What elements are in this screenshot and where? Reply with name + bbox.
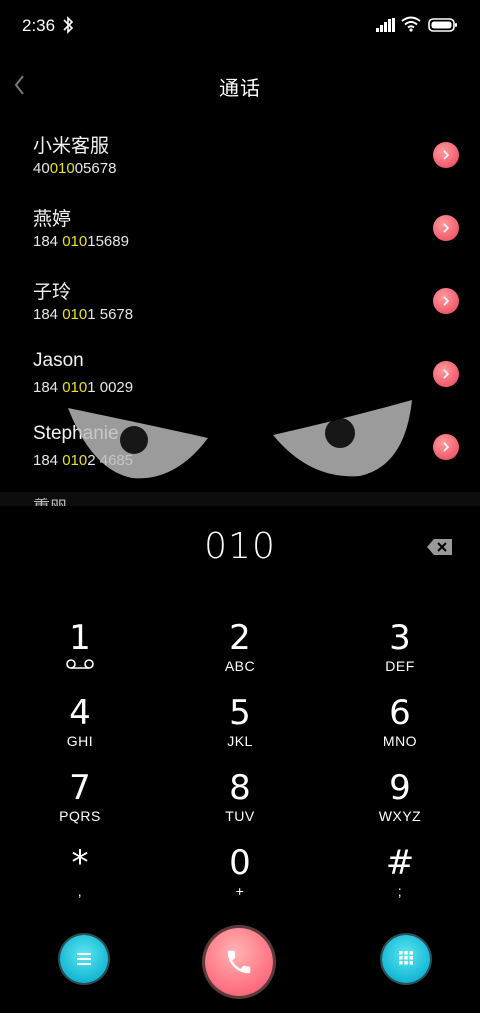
key-3[interactable]: 3 DEF [340, 620, 460, 690]
call-button[interactable] [205, 928, 273, 996]
key-1[interactable]: 1 [20, 620, 140, 690]
key-letters: DEF [385, 658, 415, 674]
key-2[interactable]: 2 ABC [180, 620, 300, 690]
key-letters: MNO [382, 733, 418, 749]
status-time: 2:36 [22, 16, 56, 35]
contact-name: 小米客服 [33, 136, 110, 157]
key-digit: # [385, 843, 415, 883]
key-6[interactable]: 6 MNO [340, 695, 460, 765]
contact-name: Stephanie [33, 423, 119, 444]
key-5[interactable]: 5 JKL [180, 695, 300, 765]
key-letters: JKL [227, 733, 253, 749]
contact-detail-button[interactable] [433, 142, 459, 168]
status-bar: 2:36 [0, 0, 480, 52]
contact-name: 子玲 [33, 282, 72, 303]
matched-digits: 010 [49, 160, 75, 177]
key-digit: 4 [69, 693, 91, 733]
matched-digits: 010 [62, 233, 88, 250]
signal-icon [376, 18, 395, 32]
contact-name: Jason [33, 350, 84, 371]
key-letters: WXYZ [378, 808, 422, 824]
contact-item[interactable]: 小米客服 4001005678 [0, 122, 480, 192]
key-digit: 3 [389, 618, 411, 658]
phone-icon [227, 950, 251, 974]
dialer-panel: 010 1 2 ABC 3 DEF 4 GHI 5 JKL 6 MNO 7 PQ… [0, 506, 480, 1013]
matched-digits: 010 [62, 452, 88, 469]
key-digit: 8 [229, 768, 251, 808]
chevron-right-icon [443, 296, 450, 306]
key-digit: 2 [229, 618, 251, 658]
key-letters: PQRS [59, 808, 101, 824]
contact-detail-button[interactable] [433, 288, 459, 314]
battery-icon [428, 18, 457, 32]
list-divider [0, 492, 480, 506]
matched-digits: 010 [62, 306, 88, 323]
menu-button[interactable] [60, 935, 108, 983]
key-letters: TUV [225, 808, 255, 824]
contact-number: 184 0101 5678 [33, 306, 134, 323]
contact-item[interactable]: 子玲 184 0101 5678 [0, 268, 480, 338]
key-digit: * [71, 843, 89, 883]
keypad-toggle-button[interactable] [382, 935, 430, 983]
key-digit: 1 [69, 618, 91, 658]
key-letters: + [235, 883, 245, 899]
matched-digits: 010 [62, 379, 88, 396]
key-letters: ; [397, 883, 403, 899]
key-digit: 0 [229, 843, 251, 883]
contact-list: 小米客服 4001005678 燕婷 184 01015689 子玲 184 0… [0, 122, 480, 508]
page-title: 通话 [219, 78, 261, 100]
key-pound[interactable]: # ; [340, 845, 460, 915]
dialed-number: 010 [204, 526, 276, 567]
contact-number: 184 0101 0029 [33, 379, 134, 396]
key-7[interactable]: 7 PQRS [20, 770, 140, 840]
wifi-icon [401, 16, 421, 32]
chevron-right-icon [443, 369, 450, 379]
key-9[interactable]: 9 WXYZ [340, 770, 460, 840]
contact-number: 184 0102 4685 [33, 452, 134, 469]
contact-item[interactable]: Stephanie 184 0102 4685 [0, 414, 480, 484]
voicemail-icon [66, 659, 94, 669]
keypad-icon [399, 951, 413, 965]
contact-number: 184 01015689 [33, 233, 129, 250]
key-letters: ABC [224, 658, 256, 674]
key-8[interactable]: 8 TUV [180, 770, 300, 840]
key-digit: 5 [229, 693, 251, 733]
chevron-right-icon [443, 223, 450, 233]
contact-name: 董丽 [33, 498, 67, 506]
key-letters: GHI [66, 733, 94, 749]
contact-detail-button[interactable] [433, 215, 459, 241]
contact-item[interactable]: Jason 184 0101 0029 [0, 341, 480, 411]
contact-detail-button[interactable] [433, 361, 459, 387]
contact-detail-button[interactable] [433, 434, 459, 460]
key-star[interactable]: * , [20, 845, 140, 915]
contact-item[interactable]: 燕婷 184 01015689 [0, 195, 480, 265]
chevron-right-icon [443, 442, 450, 452]
header: 通话 [0, 60, 480, 110]
backspace-icon[interactable] [426, 537, 454, 557]
key-digit: 6 [389, 693, 411, 733]
chevron-right-icon [443, 150, 450, 160]
key-4[interactable]: 4 GHI [20, 695, 140, 765]
key-digit: 9 [389, 768, 411, 808]
key-digit: 7 [69, 768, 91, 808]
contact-number: 4001005678 [33, 160, 117, 177]
key-letters: , [77, 883, 83, 899]
menu-icon [77, 953, 91, 965]
contact-name: 燕婷 [33, 209, 72, 230]
bluetooth-icon [63, 16, 74, 34]
key-0[interactable]: 0 + [180, 845, 300, 915]
